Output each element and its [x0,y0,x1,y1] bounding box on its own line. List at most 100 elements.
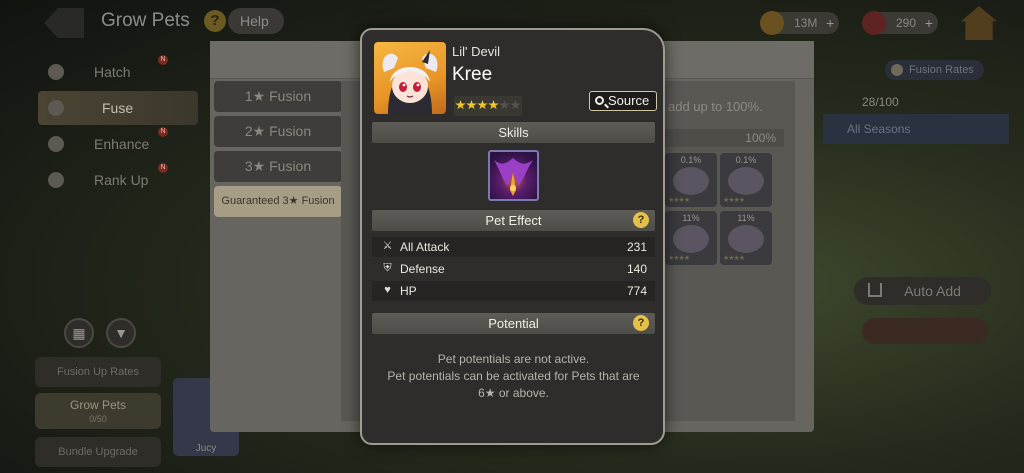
menu-item-label: Hatch [94,64,131,80]
help-icon[interactable]: ? [204,10,226,32]
gold-coin-icon [760,11,784,35]
notification-badge: N [158,127,168,137]
potential-description: Pet potentials are not active. Pet poten… [372,351,655,402]
add-gold-icon[interactable]: + [826,12,834,34]
grid-view-icon[interactable]: ▦ [64,318,94,348]
help-button[interactable]: Help [228,8,284,34]
stat-row-all-attack: ⚔ All Attack 231 [372,237,655,257]
notification-badge: N [158,163,168,173]
enhance-icon [48,136,64,152]
help-icon[interactable]: ? [633,212,649,228]
potential-inactive-text: Pet potentials are not active. [437,352,590,366]
lil-devil-portrait-icon [382,50,438,114]
tab-3-star-fusion[interactable]: 3★ Fusion [214,151,342,182]
stat-value: 140 [626,262,647,276]
stat-label: Defense [400,262,445,276]
menu-item-fuse[interactable]: Fuse [38,91,198,125]
grow-pets-count: 0/50 [89,414,107,424]
fusion-rates-button[interactable]: Fusion Rates [885,60,984,80]
auto-add-label: Auto Add [904,283,961,299]
menu-item-label: Fuse [102,100,134,116]
pet-card-percent: 11% [737,213,755,223]
shield-icon: ⛨ [383,262,392,274]
skills-header: Skills [372,122,655,143]
grow-pets-button[interactable]: Grow Pets 0/50 [35,393,161,429]
fusion-up-rates-button[interactable]: Fusion Up Rates [35,357,161,387]
stat-row-hp: ♥ HP 774 [372,281,655,301]
tab-1-star-fusion[interactable]: 1★ Fusion [214,81,342,112]
pet-species: Lil' Devil [452,44,500,59]
source-label: Source [608,93,650,108]
back-button[interactable] [44,8,84,38]
auto-add-button[interactable]: Auto Add [854,277,991,305]
pet-detail-modal: Lil' Devil Kree Source Skills Pet Effect… [360,28,665,445]
season-selector[interactable]: All Seasons [823,114,1009,144]
season-label: All Seasons [847,122,911,136]
star-filled-icon [477,100,488,110]
fuse-button[interactable] [862,318,988,344]
pet-card-stars: ★★★★ [668,255,690,262]
star-filled-icon [466,100,477,110]
add-gem-icon[interactable]: + [925,12,933,34]
gold-amount: 13M [794,16,818,30]
heart-icon: ♥ [384,284,391,296]
pet-portrait [728,167,764,195]
tab-guaranteed-3-star-fusion[interactable]: Guaranteed 3★ Fusion [214,186,342,217]
gold-currency: 13M + [760,11,840,35]
pet-portrait [728,225,764,253]
menu-item-hatch[interactable]: Hatch N [38,55,198,89]
gem-icon [862,11,886,35]
pet-thumbnail-name: Jucy [195,443,217,454]
home-icon[interactable] [961,6,997,40]
screen-title: Grow Pets [101,10,190,31]
fusion-instruction-text: add up to 100%. [668,99,763,114]
menu-item-enhance[interactable]: Enhance N [38,127,198,161]
fusion-percent-bar: 100% [660,129,784,147]
star-filled-icon [455,100,466,110]
magnifier-icon [595,96,604,105]
pet-card[interactable]: 11% ★★★★ [665,211,717,265]
sword-icon: ⚔ [382,240,393,252]
stat-value: 774 [626,284,647,298]
star-empty-icon [499,100,510,110]
gem-amount: 290 [896,16,917,30]
help-icon[interactable]: ? [633,315,649,331]
potential-header-label: Potential [488,316,539,331]
bundle-upgrade-button[interactable]: Bundle Upgrade [35,437,161,467]
pet-portrait [673,225,709,253]
fusion-tabs: 1★ Fusion 2★ Fusion 3★ Fusion Guaranteed… [214,81,342,221]
pet-card-stars: ★★★★ [723,255,745,262]
stat-row-defense: ⛨ Defense 140 [372,259,655,279]
pet-card-stars: ★★★★ [723,197,745,204]
pet-portrait [673,167,709,195]
pet-card[interactable]: 0.1% ★★★★ [720,153,772,207]
upload-icon [868,283,882,297]
pet-card-percent: 0.1% [680,155,702,165]
pet-skill-icon[interactable] [488,150,539,201]
tab-2-star-fusion[interactable]: 2★ Fusion [214,116,342,147]
pet-star-rating [454,96,522,116]
menu-item-label: Enhance [94,136,150,152]
grow-pets-label: Grow Pets [69,398,126,412]
stat-value: 231 [626,240,647,254]
source-button[interactable]: Source [589,91,657,111]
notification-badge: N [158,55,168,65]
filter-icon[interactable]: ▼ [106,318,136,348]
star-filled-icon [488,100,499,110]
menu-item-rank-up[interactable]: Rank Up N [38,163,198,197]
demon-wing-skill-icon [494,158,533,196]
progress-count: 28/100 [862,95,899,109]
pet-portrait [374,42,446,114]
fusion-rates-label: Fusion Rates [909,64,974,76]
stat-label: HP [400,284,417,298]
pet-card-percent: 0.1% [735,155,757,165]
pet-card[interactable]: 11% ★★★★ [720,211,772,265]
pet-card-stars: ★★★★ [668,197,690,204]
skills-header-label: Skills [498,125,529,140]
menu-item-label: Rank Up [94,172,149,188]
egg-icon [48,64,64,80]
pet-effect-header-label: Pet Effect [485,213,542,228]
pet-card[interactable]: 0.1% ★★★★ [665,153,717,207]
gem-currency: 290 + [862,11,939,35]
info-icon [891,64,903,76]
